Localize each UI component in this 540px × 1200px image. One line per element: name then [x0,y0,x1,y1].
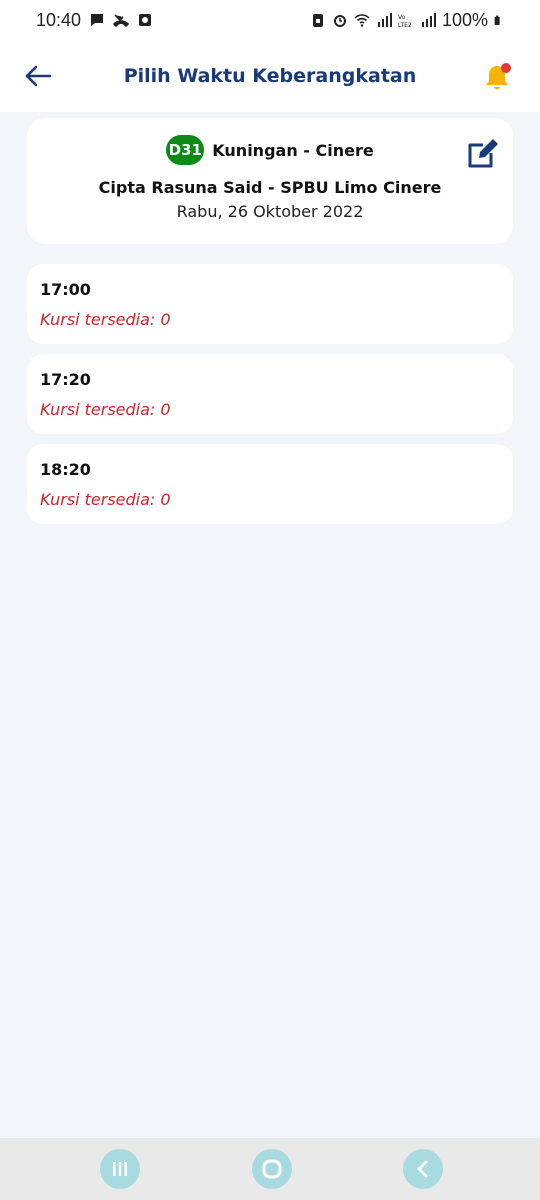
seat-availability: Kursi tersedia: 0 [40,400,171,419]
route-badge: D31 [166,135,205,165]
app-header: Pilih Waktu Keberangkatan [0,40,540,112]
seat-availability: Kursi tersedia: 0 [40,490,171,509]
signal-icon-2 [421,13,436,27]
route-name: Kuningan - Cinere [212,140,374,160]
page-title: Pilih Waktu Keberangkatan [123,65,417,87]
message-icon [91,14,104,26]
svg-text:LTE2: LTE2 [398,22,412,28]
departure-item[interactable]: 17:00 Kursi tersedia: 0 [27,264,513,344]
status-time: 10:40 [36,9,82,30]
sim-lock-icon [312,14,323,27]
missed-call-icon [113,14,130,28]
chevron-left-icon [417,1160,428,1178]
svg-text:Vo: Vo [398,14,406,21]
back-arrow-icon[interactable] [22,60,54,92]
home-icon [262,1159,282,1179]
route-line: D31 Kuningan - Cinere [27,135,513,165]
departure-item[interactable]: 18:20 Kursi tersedia: 0 [27,444,513,524]
recent-apps-button[interactable] [100,1149,140,1189]
app-notification-icon [139,14,152,26]
recent-apps-icon [113,1162,127,1176]
battery-level: 100% [441,9,488,30]
alarm-icon [333,15,346,27]
edit-icon[interactable] [465,135,501,171]
volte-icon: VoLTE2 [398,14,412,28]
departure-time: 17:00 [40,280,91,299]
departure-time: 18:20 [40,460,91,479]
route-stops: Cipta Rasuna Said - SPBU Limo Cinere [98,178,442,197]
seat-availability: Kursi tersedia: 0 [40,310,171,329]
battery-icon [494,15,500,25]
departure-item[interactable]: 17:20 Kursi tersedia: 0 [27,354,513,434]
departure-time: 17:20 [40,370,91,389]
notification-bell-icon[interactable] [484,60,514,92]
route-date: Rabu, 26 Oktober 2022 [176,202,364,221]
home-button[interactable] [252,1149,292,1189]
system-nav-bar [0,1138,540,1200]
signal-icon [377,13,392,27]
status-bar: 10:40 Vo LTE2 100% [0,0,540,40]
wifi-icon [354,14,370,27]
system-back-button[interactable] [403,1149,443,1189]
route-summary-card: D31 Kuningan - Cinere Cipta Rasuna Said … [27,118,513,244]
